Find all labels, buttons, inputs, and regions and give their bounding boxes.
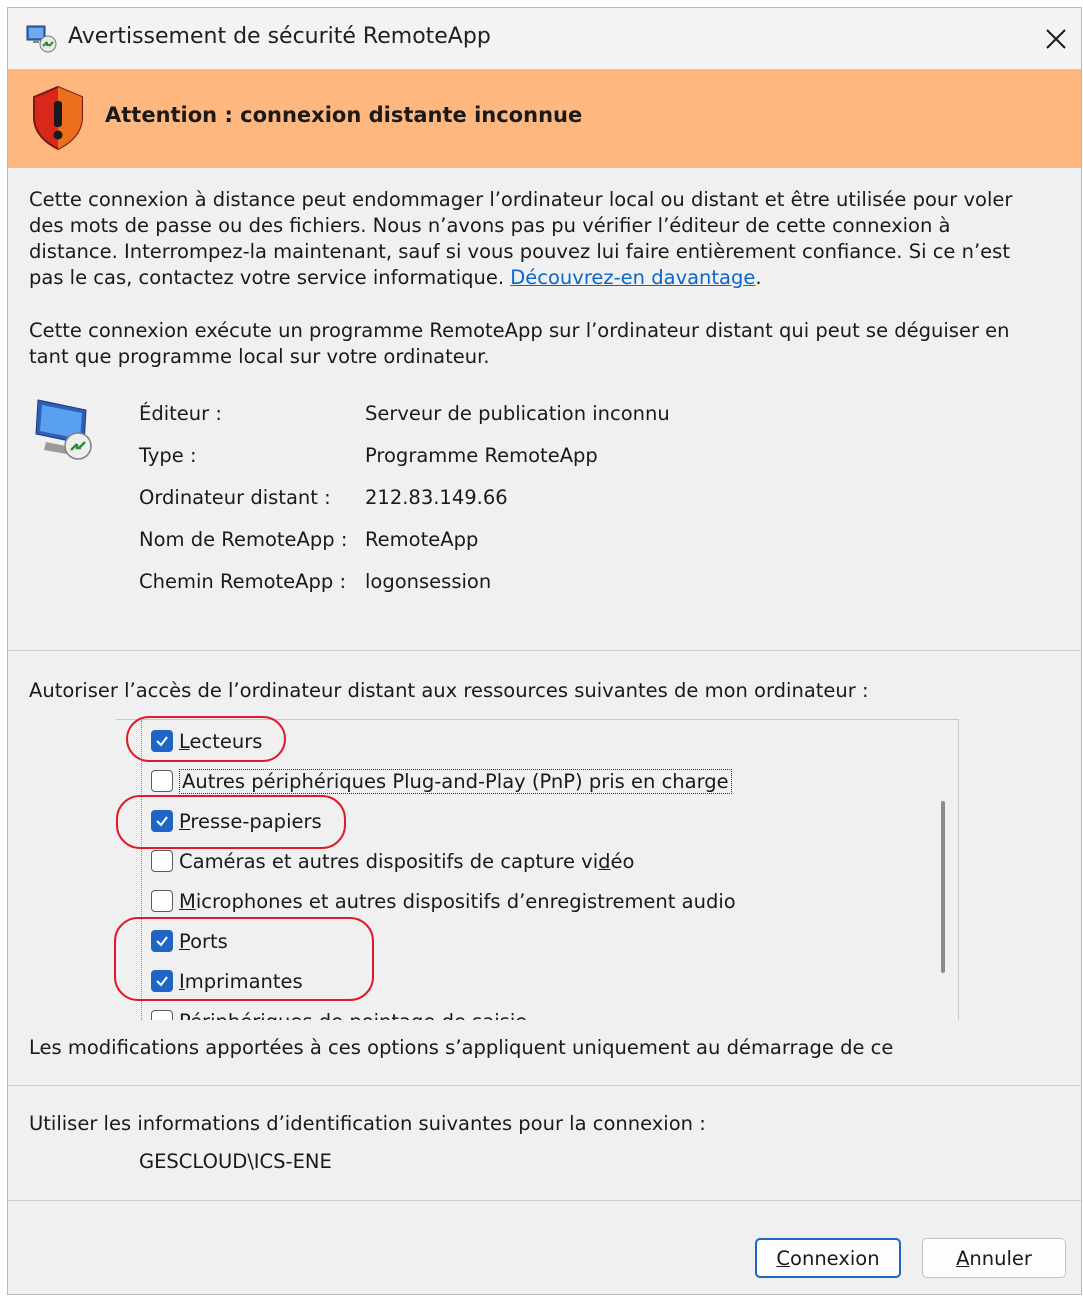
- banner-title: Attention : connexion distante inconnue: [105, 103, 583, 127]
- resource-item-ports[interactable]: Ports: [151, 924, 228, 958]
- publisher-label: Éditeur :: [139, 402, 222, 425]
- resource-label-cameras: Caméras et autres dispositifs de capture…: [179, 849, 635, 873]
- remote-computer-icon: [35, 399, 92, 460]
- warning-banner: Attention : connexion distante inconnue: [8, 69, 1081, 168]
- checkbox-cameras[interactable]: [151, 850, 173, 872]
- description-paragraph: Cette connexion exécute un programme Rem…: [29, 319, 1010, 368]
- remoteapp-name-value: RemoteApp: [365, 528, 479, 551]
- resource-item-cameras[interactable]: Caméras et autres dispositifs de capture…: [151, 844, 634, 878]
- intro-end: .: [755, 266, 762, 289]
- resources-scrollbar[interactable]: [931, 719, 957, 1019]
- cancel-button[interactable]: Annuler: [922, 1238, 1066, 1278]
- checkbox-microphones[interactable]: [151, 890, 173, 912]
- checkbox-printers[interactable]: [151, 970, 173, 992]
- remoteapp-name-label: Nom de RemoteApp :: [139, 528, 348, 551]
- cancel-label-accel: A: [956, 1246, 970, 1270]
- resource-label-microphones: Microphones et autres dispositifs d’enre…: [179, 889, 736, 913]
- resource-label-pnp: Autres périphériques Plug-and-Play (PnP)…: [179, 768, 732, 794]
- close-icon: [1046, 28, 1066, 49]
- cancel-label: nnuler: [969, 1246, 1032, 1270]
- title-bar: Avertissement de sécurité RemoteApp: [8, 8, 1081, 69]
- tree-line: [141, 720, 142, 1020]
- checkbox-pointing[interactable]: [151, 1010, 173, 1020]
- resource-item-printers[interactable]: Imprimantes: [151, 964, 303, 998]
- resource-item-microphones[interactable]: Microphones et autres dispositifs d’enre…: [151, 884, 736, 918]
- resource-label-pointing: Périphériques de pointage de saisie: [179, 1010, 527, 1021]
- resource-item-drives[interactable]: Lecteurs: [151, 724, 262, 758]
- remoteapp-icon: [26, 25, 57, 53]
- scrollbar-thumb[interactable]: [941, 801, 945, 973]
- publisher-value: Serveur de publication inconnu: [365, 402, 670, 425]
- window-title: Avertissement de sécurité RemoteApp: [68, 24, 491, 49]
- checkbox-drives[interactable]: [151, 730, 173, 752]
- remoteapp-path-value: logonsession: [365, 570, 492, 593]
- credentials-value: GESCLOUD\ICS-ENE: [139, 1150, 332, 1173]
- connect-label: onnexion: [790, 1246, 880, 1270]
- checkmark-icon: [156, 936, 168, 947]
- checkbox-clipboard[interactable]: [151, 810, 173, 832]
- security-warning-dialog: Avertissement de sécurité RemoteApp Atte…: [7, 7, 1082, 1295]
- changes-note: Les modifications apportées à ces option…: [29, 1036, 894, 1059]
- resource-item-clipboard[interactable]: Presse-papiers: [151, 804, 322, 838]
- connect-button[interactable]: Connexion: [755, 1238, 901, 1278]
- checkbox-pnp[interactable]: [151, 770, 173, 792]
- checkbox-ports[interactable]: [151, 930, 173, 952]
- checkmark-icon: [156, 976, 168, 987]
- resource-label-printers: Imprimantes: [179, 969, 303, 993]
- resources-label: Autoriser l’accès de l’ordinateur distan…: [29, 679, 869, 702]
- separator: [8, 650, 1081, 651]
- type-label: Type :: [139, 444, 197, 467]
- remoteapp-path-label: Chemin RemoteApp :: [139, 570, 347, 593]
- resource-item-pnp[interactable]: Autres périphériques Plug-and-Play (PnP)…: [151, 764, 732, 798]
- resources-list[interactable]: Lecteurs Autres périphériques Plug-and-P…: [116, 719, 959, 1020]
- button-bar: [8, 1201, 1081, 1294]
- resource-label-drives: Lecteurs: [179, 729, 263, 753]
- warning-shield-icon: [33, 85, 83, 151]
- type-value: Programme RemoteApp: [365, 444, 598, 467]
- resource-label-ports: Ports: [179, 929, 228, 953]
- remote-computer-label: Ordinateur distant :: [139, 486, 331, 509]
- connect-label-accel: C: [776, 1246, 791, 1270]
- learn-more-link[interactable]: Découvrez-en davantage: [510, 266, 755, 289]
- checkmark-icon: [156, 736, 168, 747]
- checkmark-icon: [156, 816, 168, 827]
- resource-item-pointing[interactable]: Périphériques de pointage de saisie: [151, 1004, 527, 1020]
- resource-label-clipboard: Presse-papiers: [179, 809, 322, 833]
- close-button[interactable]: [1031, 8, 1081, 69]
- separator: [8, 1085, 1081, 1086]
- intro-paragraph: Cette connexion à distance peut endommag…: [29, 187, 1039, 291]
- remote-computer-value: 212.83.149.66: [365, 486, 508, 509]
- credentials-label: Utiliser les informations d’identificati…: [29, 1112, 706, 1135]
